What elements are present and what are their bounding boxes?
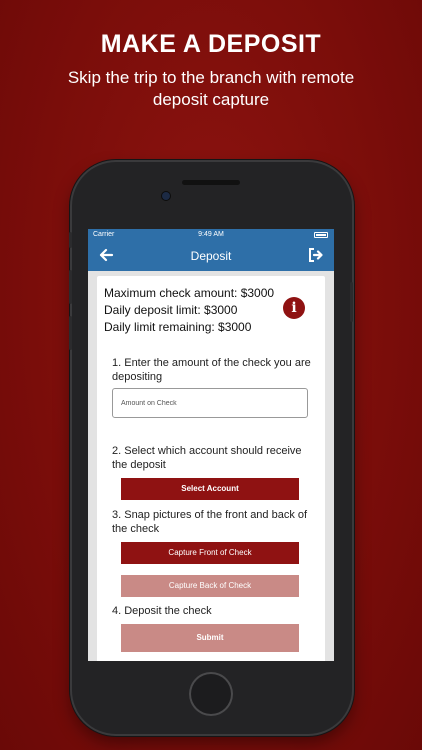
capture-back-button[interactable]: Capture Back of Check <box>121 575 299 597</box>
promo-title: MAKE A DEPOSIT <box>100 30 322 58</box>
deposit-card: Maximum check amount: $3000 Daily deposi… <box>97 276 325 661</box>
nav-bar: Deposit <box>88 241 334 271</box>
step-1-label: 1. Enter the amount of the check you are… <box>112 357 311 383</box>
daily-limit-remaining: Daily limit remaining: $3000 <box>104 320 252 334</box>
battery-icon <box>314 232 328 238</box>
phone-camera <box>162 192 170 200</box>
phone-earpiece <box>182 180 240 185</box>
amount-on-check-input[interactable] <box>112 388 308 418</box>
info-icon[interactable]: i <box>283 297 305 319</box>
step-3-label: 3. Snap pictures of the front and back o… <box>112 509 308 535</box>
status-time: 9:49 AM <box>198 231 224 238</box>
phone-home-button[interactable] <box>189 672 233 716</box>
phone-volume-up <box>69 270 72 304</box>
daily-deposit-limit: Daily deposit limit: $3000 <box>104 303 238 317</box>
phone-volume-down <box>69 316 72 350</box>
phone-power-button <box>350 282 353 322</box>
nav-title: Deposit <box>190 249 232 263</box>
promo-subtitle: Skip the trip to the branch with remote … <box>67 68 355 109</box>
phone-mute-switch <box>69 232 72 248</box>
step-4-label: 4. Deposit the check <box>112 605 212 617</box>
submit-button[interactable]: Submit <box>121 624 299 652</box>
select-account-button[interactable]: Select Account <box>121 478 299 500</box>
app-screen: Carrier 9:49 AM Deposit Maximum check am… <box>88 229 334 661</box>
step-2-label: 2. Select which account should receive t… <box>112 445 302 471</box>
logout-icon[interactable] <box>308 247 324 263</box>
capture-front-button[interactable]: Capture Front of Check <box>121 542 299 564</box>
deposit-limits: Maximum check amount: $3000 Daily deposi… <box>104 285 274 336</box>
max-check-amount: Maximum check amount: $3000 <box>104 286 275 300</box>
status-bar: Carrier 9:49 AM <box>88 229 334 241</box>
